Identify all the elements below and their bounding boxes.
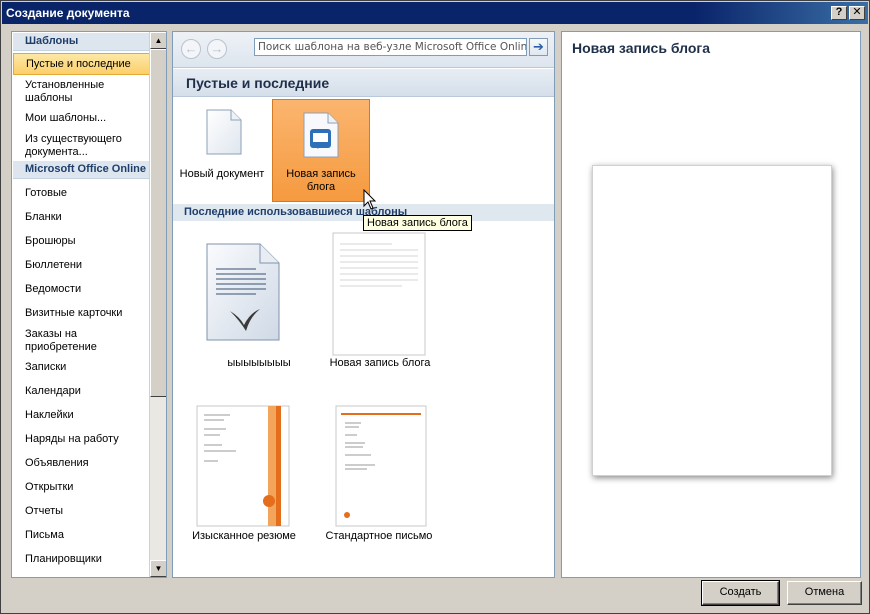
arrow-right-icon: ➔	[533, 39, 544, 54]
tile-label: Новый документ	[179, 168, 265, 180]
sidebar-item-featured[interactable]: Готовые	[13, 187, 150, 200]
sidebar-scrollbar[interactable]: ▲ ▼	[149, 32, 166, 577]
sidebar-item-planners[interactable]: Планировщики	[13, 553, 150, 566]
sidebar-item-announcements[interactable]: Объявления	[13, 457, 150, 470]
tile-label: Изысканное резюме	[192, 530, 296, 542]
sidebar-item-work-orders[interactable]: Наряды на работу	[13, 433, 150, 446]
sidebar-item-business-cards[interactable]: Визитные карточки	[13, 307, 150, 320]
template-toolbar: ← → Поиск шаблона на веб-узле Microsoft …	[173, 32, 554, 68]
sidebar-item-brochures[interactable]: Брошюры	[13, 235, 150, 248]
search-go-button[interactable]: ➔	[529, 38, 548, 56]
sidebar-item-newsletters[interactable]: Бюллетени	[13, 259, 150, 272]
template-search-input[interactable]: Поиск шаблона на веб-узле Microsoft Offi…	[254, 38, 527, 56]
close-button[interactable]: ✕	[849, 6, 865, 20]
mouse-cursor-icon	[363, 189, 377, 210]
sidebar-item-statements[interactable]: Ведомости	[13, 283, 150, 296]
section-title: Пустые и последние	[173, 69, 554, 97]
recent-tile-resume[interactable]: Изысканное резюме	[174, 398, 314, 548]
sidebar-item-labels[interactable]: Наклейки	[13, 409, 150, 422]
sidebar-item-letters[interactable]: Письма	[13, 529, 150, 542]
sidebar-item-purchase-orders[interactable]: Заказы на приобретение	[13, 328, 150, 354]
tile-label: Стандартное письмо	[325, 530, 433, 542]
sidebar-item-memos[interactable]: Записки	[13, 361, 150, 374]
window-title: Создание документа	[6, 6, 130, 20]
arrow-left-icon: ←	[184, 41, 198, 56]
preview-panel: Новая запись блога	[561, 31, 861, 578]
template-tile-new-blog-post[interactable]: Новая запись блога	[272, 99, 370, 202]
blog-post-icon	[303, 112, 339, 158]
sidebar-item-calendars[interactable]: Календари	[13, 385, 150, 398]
template-categories-panel: Шаблоны Пустые и последние Установленные…	[11, 31, 167, 578]
sidebar-item-blank-and-recent[interactable]: Пустые и последние	[13, 53, 150, 75]
title-bar: Создание документа ? ✕	[2, 2, 868, 24]
blank-document-icon	[206, 109, 242, 155]
sidebar-item-my-templates[interactable]: Мои шаблоны...	[13, 112, 150, 125]
sidebar-item-from-existing[interactable]: Из существующего документа...	[13, 133, 150, 159]
recent-tile-letter[interactable]: Стандартное письмо	[314, 398, 444, 548]
help-button[interactable]: ?	[831, 6, 847, 20]
section-office-online: Microsoft Office Online	[13, 161, 150, 179]
tooltip: Новая запись блога	[363, 215, 472, 231]
scroll-up-icon[interactable]: ▲	[150, 32, 166, 49]
sidebar-item-reports[interactable]: Отчеты	[13, 505, 150, 518]
resume-template-thumbnail	[196, 405, 290, 527]
word-document-icon	[206, 243, 280, 341]
forward-button[interactable]: →	[207, 39, 227, 59]
sidebar-item-cards[interactable]: Открытки	[13, 481, 150, 494]
scrollbar-thumb[interactable]	[150, 49, 166, 397]
new-document-dialog: Создание документа ? ✕ Шаблоны Пустые и …	[0, 0, 870, 614]
templates-panel: ← → Поиск шаблона на веб-узле Microsoft …	[172, 31, 555, 578]
sidebar-item-installed-templates[interactable]: Установленные шаблоны	[13, 79, 150, 105]
section-templates: Шаблоны	[13, 33, 150, 51]
cancel-button[interactable]: Отмена	[787, 581, 862, 605]
template-tile-new-document[interactable]: Новый документ	[174, 99, 270, 202]
sidebar-item-forms[interactable]: Бланки	[13, 211, 150, 224]
create-button[interactable]: Создать	[701, 580, 780, 606]
preview-page	[592, 165, 832, 476]
arrow-right-icon: →	[210, 41, 224, 56]
tile-label: Новая запись блога	[286, 168, 356, 193]
scroll-down-icon[interactable]: ▼	[150, 560, 166, 577]
blog-template-thumbnail	[332, 232, 426, 356]
preview-title: Новая запись блога	[572, 40, 711, 56]
letter-template-thumbnail	[335, 405, 427, 527]
recent-tile-blog-post[interactable]: Новая запись блога	[315, 225, 445, 375]
back-button[interactable]: ←	[181, 39, 201, 59]
tile-label: Новая запись блога	[329, 357, 431, 369]
